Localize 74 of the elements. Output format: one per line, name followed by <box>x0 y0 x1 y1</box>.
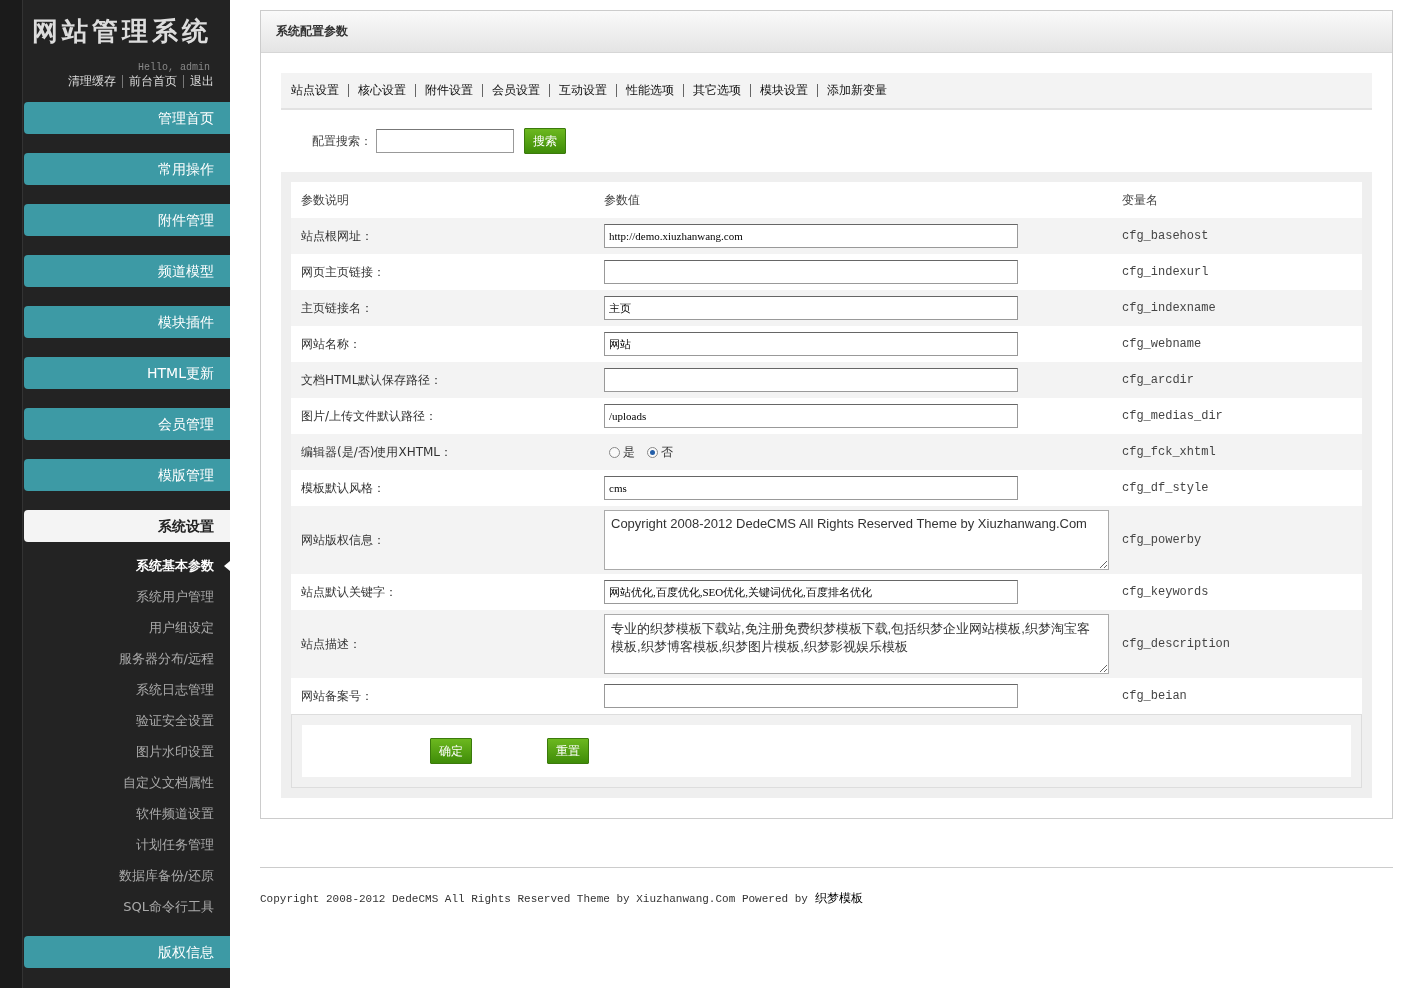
parameter-label: 网站名称： <box>300 335 362 353</box>
parameter-label: 站点根网址： <box>300 227 374 245</box>
variable-name: cfg_webname <box>1122 337 1202 351</box>
text-field[interactable]: 网站优化,百度优化,SEO优化,关键词优化,百度排名优化 <box>604 580 1018 604</box>
sidebar-submenu-item[interactable]: 自定义文档属性 <box>22 767 230 798</box>
variable-name: cfg_indexurl <box>1122 265 1209 279</box>
parameter-label: 图片/上传文件默认路径： <box>300 407 439 425</box>
radio-label: 是 <box>623 443 635 461</box>
radio-button[interactable] <box>609 446 620 458</box>
search-label: 配置搜索： <box>312 132 372 150</box>
settings-tab[interactable]: 性能选项 <box>616 84 683 97</box>
settings-tab[interactable]: 会员设置 <box>482 84 549 97</box>
text-field[interactable] <box>604 684 1018 708</box>
column-header: 变量名 <box>1122 191 1158 209</box>
variable-name: cfg_description <box>1122 637 1231 651</box>
settings-tab[interactable]: 添加新变量 <box>817 84 896 97</box>
variable-name: cfg_keywords <box>1122 585 1209 599</box>
radio-label: 否 <box>661 443 673 461</box>
greeting-text: Hello, admin <box>137 61 211 73</box>
sidebar-submenu-item[interactable]: SQL命令行工具 <box>22 891 230 922</box>
settings-tab[interactable]: 核心设置 <box>348 84 415 97</box>
header-link[interactable]: 退出 <box>183 75 214 88</box>
sidebar-submenu-item[interactable]: 验证安全设置 <box>22 705 230 736</box>
variable-name: cfg_basehost <box>1122 229 1209 243</box>
header-link[interactable]: 前台首页 <box>122 75 183 88</box>
variable-name: cfg_powerby <box>1122 533 1202 547</box>
parameter-label: 站点描述： <box>300 635 362 653</box>
panel-title: 系统配置参数 <box>261 11 1392 53</box>
sidebar-submenu-item[interactable]: 系统日志管理 <box>22 674 230 705</box>
text-area[interactable]: Copyright 2008-2012 DedeCMS All Rights Reserved Theme by Xiuzhanwang.Com <box>604 510 1109 570</box>
text-field[interactable] <box>604 368 1018 392</box>
parameter-label: 网站版权信息： <box>300 531 386 549</box>
variable-name: cfg_indexname <box>1122 301 1216 315</box>
settings-tab[interactable]: 站点设置 <box>291 84 348 97</box>
sidebar-submenu-item[interactable]: 用户组设定 <box>22 612 230 643</box>
variable-name: cfg_arcdir <box>1122 373 1194 387</box>
header-link[interactable]: 清理缓存 <box>62 75 122 88</box>
parameter-label: 模板默认风格： <box>300 479 386 497</box>
parameter-label: 文档HTML默认保存路径： <box>300 371 444 389</box>
sidebar-submenu-item[interactable]: 服务器分布/远程 <box>22 643 230 674</box>
text-field[interactable]: 主页 <box>604 296 1018 320</box>
sidebar-submenu-item[interactable]: 数据库备份/还原 <box>22 860 230 891</box>
text-field[interactable] <box>604 260 1018 284</box>
parameter-label: 主页链接名： <box>300 299 374 317</box>
radio-button[interactable] <box>647 446 658 458</box>
text-field[interactable]: http://demo.xiuzhanwang.com <box>604 224 1018 248</box>
sidebar-submenu-item[interactable]: 系统基本参数 <box>22 550 230 581</box>
column-header: 参数值 <box>604 191 641 209</box>
site-logo-title: 网站管理系统 <box>31 15 213 48</box>
text-area[interactable]: 专业的织梦模板下载站,免注册免费织梦模板下载,包括织梦企业网站模板,织梦淘宝客模板,织梦博客模板,织梦图片模板,织梦影视娱乐模板 <box>604 614 1109 674</box>
variable-name: cfg_df_style <box>1122 481 1209 495</box>
column-header: 参数说明 <box>300 191 350 209</box>
parameter-label: 网页主页链接： <box>300 263 386 281</box>
variable-name: cfg_beian <box>1122 689 1187 703</box>
sidebar-submenu-item[interactable]: 软件频道设置 <box>22 798 230 829</box>
text-field[interactable]: 网站 <box>604 332 1018 356</box>
settings-tab[interactable]: 附件设置 <box>415 84 482 97</box>
footer-copyright: Copyright 2008-2012 DedeCMS All Rights Reserved Theme by Xiuzhanwang.Com Powered by 织梦模板 <box>260 867 1393 907</box>
sidebar-menu-item[interactable]: 系统设置 <box>24 510 230 542</box>
variable-name: cfg_fck_xhtml <box>1122 445 1216 459</box>
text-field[interactable]: cms <box>604 476 1018 500</box>
text-field[interactable]: /uploads <box>604 404 1018 428</box>
variable-name: cfg_medias_dir <box>1122 409 1223 423</box>
parameter-label: 站点默认关键字： <box>300 583 398 601</box>
settings-tab[interactable]: 其它选项 <box>683 84 750 97</box>
settings-tab[interactable]: 互动设置 <box>549 84 616 97</box>
search-field[interactable] <box>376 129 514 153</box>
parameter-label: 网站备案号： <box>300 687 374 705</box>
settings-tab[interactable]: 模块设置 <box>750 84 817 97</box>
footer-link[interactable]: 织梦模板 <box>814 891 863 905</box>
sidebar-submenu-item[interactable]: 计划任务管理 <box>22 829 230 860</box>
sidebar-submenu-item[interactable]: 系统用户管理 <box>22 581 230 612</box>
parameter-label: 编辑器(是/否)使用XHTML： <box>300 443 454 461</box>
sidebar-submenu-item[interactable]: 图片水印设置 <box>22 736 230 767</box>
